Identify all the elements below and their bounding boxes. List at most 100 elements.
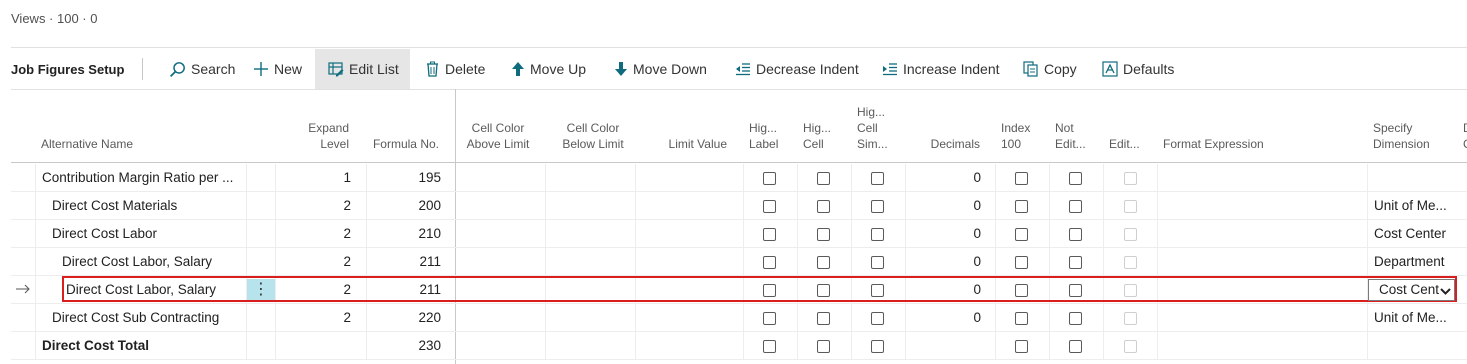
alternative-name-cell[interactable]: Contribution Margin Ratio per ...	[42, 164, 233, 192]
col-header-format-expression[interactable]: Format Expression	[1163, 136, 1264, 152]
defaults-button[interactable]: Defaults	[1095, 49, 1181, 89]
specify-dimension-dropdown[interactable]: Cost Cent	[1368, 279, 1455, 301]
alternative-name-cell[interactable]: Direct Cost Total	[42, 332, 149, 360]
decimals-cell[interactable]: 0	[905, 304, 981, 332]
expand-level-cell[interactable]: 2	[275, 220, 351, 248]
expand-level-cell[interactable]	[275, 332, 351, 360]
expand-level-cell[interactable]: 2	[275, 192, 351, 220]
highlight-label-checkbox[interactable]	[763, 200, 776, 213]
table-row[interactable]: Contribution Margin Ratio per ... 1 195 0	[11, 164, 1467, 192]
row-menu-button[interactable]: ⋮	[247, 279, 275, 300]
not-editable-checkbox[interactable]	[1069, 340, 1082, 353]
not-editable-checkbox[interactable]	[1069, 200, 1082, 213]
not-editable-checkbox[interactable]	[1069, 228, 1082, 241]
col-header-not-editable[interactable]: Not Edit...	[1055, 120, 1086, 152]
col-header-decimals[interactable]: Decimals	[905, 136, 980, 152]
decrease-indent-button[interactable]: Decrease Indent	[728, 49, 866, 89]
highlight-cell-checkbox[interactable]	[817, 312, 830, 325]
delete-label: Delete	[445, 61, 486, 77]
alternative-name-cell[interactable]: Direct Cost Materials	[52, 192, 177, 220]
col-header-cell-color-above-limit[interactable]: Cell Color Above Limit	[456, 120, 540, 152]
decimals-cell[interactable]: 0	[905, 164, 981, 192]
specify-dimension-cell[interactable]: Department	[1374, 248, 1445, 276]
highlight-label-checkbox[interactable]	[763, 228, 776, 241]
highlight-cell-sim-checkbox[interactable]	[871, 256, 884, 269]
delete-button[interactable]: Delete	[418, 49, 492, 89]
highlight-cell-sim-checkbox[interactable]	[871, 340, 884, 353]
cell-divider	[635, 304, 636, 332]
move-down-button[interactable]: Move Down	[607, 49, 714, 89]
col-header-index-100[interactable]: Index 100	[1001, 120, 1030, 152]
expand-level-cell[interactable]: 2	[275, 304, 351, 332]
specify-dimension-cell[interactable]: Cost Center	[1374, 220, 1446, 248]
formula-no-cell[interactable]: 200	[366, 192, 441, 220]
not-editable-checkbox[interactable]	[1069, 172, 1082, 185]
decimals-cell[interactable]: 0	[905, 192, 981, 220]
table-row[interactable]: Direct Cost Sub Contracting 2 220 0 Unit of …	[11, 304, 1467, 332]
highlight-cell-sim-checkbox[interactable]	[871, 172, 884, 185]
index-100-checkbox[interactable]	[1015, 172, 1028, 185]
highlight-cell-checkbox[interactable]	[817, 172, 830, 185]
edit-list-button[interactable]: Edit List	[315, 49, 410, 89]
highlight-label-checkbox[interactable]	[763, 172, 776, 185]
cell-divider	[545, 248, 546, 276]
index-100-checkbox[interactable]	[1015, 312, 1028, 325]
highlight-cell-checkbox[interactable]	[817, 340, 830, 353]
formula-no-cell[interactable]: 211	[366, 248, 441, 276]
expand-level-cell[interactable]: 2	[275, 248, 351, 276]
expand-level-cell[interactable]: 1	[275, 164, 351, 192]
col-header-alternative-name[interactable]: Alternative Name	[41, 136, 133, 152]
col-header-expand-level[interactable]: Expand Level	[294, 120, 349, 152]
index-100-checkbox[interactable]	[1015, 228, 1028, 241]
formula-no-cell[interactable]: 220	[366, 304, 441, 332]
highlight-cell-sim-checkbox[interactable]	[871, 228, 884, 241]
decimals-cell[interactable]: 0	[905, 220, 981, 248]
col-header-highlight-cell-sim[interactable]: Hig... Cell Sim...	[857, 104, 888, 152]
new-button[interactable]: New	[246, 49, 309, 89]
decimals-cell[interactable]	[905, 332, 981, 360]
index-100-checkbox[interactable]	[1015, 340, 1028, 353]
move-up-button[interactable]: Move Up	[504, 49, 593, 89]
cell-divider	[1367, 220, 1368, 248]
highlight-label-checkbox[interactable]	[763, 312, 776, 325]
highlight-label-checkbox[interactable]	[763, 256, 776, 269]
col-header-limit-value[interactable]: Limit Value	[645, 136, 727, 152]
cell-divider	[545, 304, 546, 332]
alternative-name-cell[interactable]: Direct Cost Labor	[52, 220, 157, 248]
decimals-cell[interactable]: 0	[905, 248, 981, 276]
search-button[interactable]: Search	[162, 49, 242, 89]
alternative-name-cell[interactable]: Direct Cost Labor, Salary	[62, 248, 212, 276]
col-header-highlight-cell[interactable]: Hig... Cell	[803, 120, 831, 152]
specify-dimension-cell[interactable]: Unit of Me...	[1374, 304, 1447, 332]
not-editable-checkbox[interactable]	[1069, 256, 1082, 269]
highlight-cell-sim-checkbox[interactable]	[871, 200, 884, 213]
copy-button[interactable]: Copy	[1016, 49, 1084, 89]
specify-dimension-cell[interactable]: Unit of Me...	[1374, 192, 1447, 220]
table-row[interactable]: Direct Cost Labor, Salary 2 211 0 Department	[11, 248, 1467, 276]
highlight-label-checkbox[interactable]	[763, 340, 776, 353]
index-100-checkbox[interactable]	[1015, 200, 1028, 213]
alternative-name-cell[interactable]: Direct Cost Sub Contracting	[52, 304, 219, 332]
cell-divider	[1103, 220, 1104, 248]
cell-divider	[995, 220, 996, 248]
formula-no-cell[interactable]: 230	[366, 332, 441, 360]
col-header-editable[interactable]: Edit...	[1109, 136, 1140, 152]
table-row[interactable]: Direct Cost Labor 2 210 0 Cost Center	[11, 220, 1467, 248]
formula-no-cell[interactable]: 195	[366, 164, 441, 192]
highlight-cell-checkbox[interactable]	[817, 228, 830, 241]
col-header-cell-color-below-limit[interactable]: Cell Color Below Limit	[551, 120, 635, 152]
table-row[interactable]: Direct Cost Materials 2 200 0 Unit of Me...	[11, 192, 1467, 220]
table-row[interactable]: Direct Cost Total 230	[11, 332, 1467, 360]
increase-indent-button[interactable]: Increase Indent	[875, 49, 1007, 89]
increase-indent-label: Increase Indent	[903, 61, 1000, 77]
highlight-cell-sim-checkbox[interactable]	[871, 312, 884, 325]
formula-no-cell[interactable]: 210	[366, 220, 441, 248]
highlight-cell-checkbox[interactable]	[817, 256, 830, 269]
col-header-specify-dimension[interactable]: Specify Dimension	[1373, 120, 1430, 152]
col-header-formula-no[interactable]: Formula No.	[366, 136, 439, 152]
not-editable-checkbox[interactable]	[1069, 312, 1082, 325]
col-header-truncated[interactable]: DC	[1463, 120, 1467, 152]
index-100-checkbox[interactable]	[1015, 256, 1028, 269]
highlight-cell-checkbox[interactable]	[817, 200, 830, 213]
col-header-highlight-label[interactable]: Hig... Label	[749, 120, 778, 152]
